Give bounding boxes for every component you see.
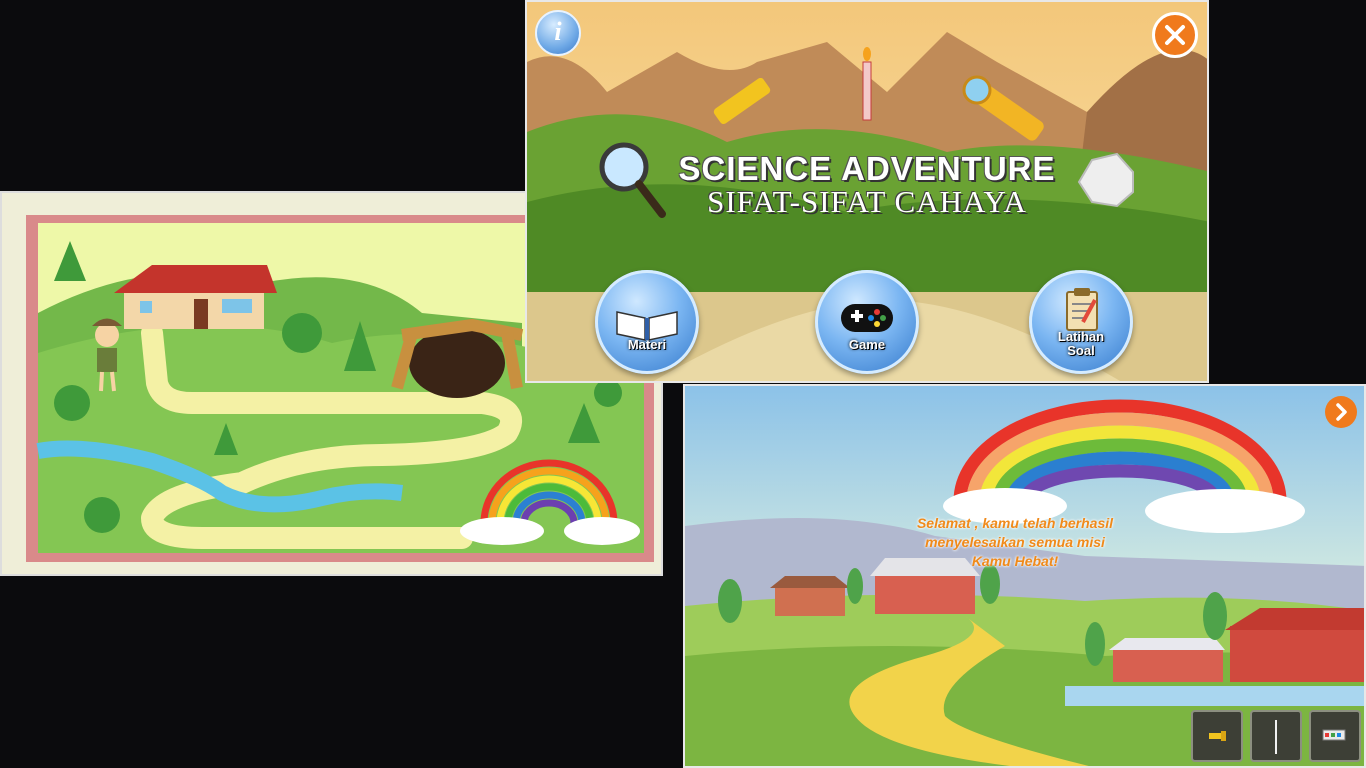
game-title: SCIENCE ADVENTURE [678, 150, 1056, 187]
chevron-right-icon [1336, 403, 1347, 421]
congrats-line-1: Selamat , kamu telah berhasil [916, 515, 1114, 531]
candle-item-icon [1275, 720, 1277, 754]
game-button[interactable]: Game [815, 270, 919, 374]
game-subtitle: SIFAT-SIFAT CAHAYA [707, 184, 1027, 219]
close-button[interactable] [1152, 12, 1198, 58]
latihan-label-line1: Latihan [1057, 329, 1105, 344]
congrats-line-2: menyelesaikan semua misi [925, 534, 1105, 550]
latihan-label-line2: Soal [1067, 343, 1095, 358]
congratulations-message: Selamat , kamu telah berhasil menyelesai… [885, 514, 1145, 571]
congrats-line-3: Kamu Hebat! [971, 553, 1059, 569]
latihan-soal-label: Latihan Soal [1029, 330, 1133, 358]
lantern-item-icon [1322, 729, 1346, 741]
flashlight-item-icon [1209, 731, 1226, 741]
inventory-slot-candle[interactable] [1250, 710, 1302, 762]
next-button[interactable] [1325, 396, 1357, 428]
ending-screen: Selamat , kamu telah berhasil menyelesai… [683, 384, 1366, 768]
latihan-soal-button[interactable]: Latihan Soal [1029, 270, 1133, 374]
materi-label: Materi [627, 337, 667, 352]
inventory-slot-flashlight[interactable] [1191, 710, 1243, 762]
close-icon [1165, 25, 1185, 45]
inventory-slot-lantern[interactable] [1309, 710, 1361, 762]
info-icon: i [554, 17, 562, 46]
materi-button[interactable]: Materi [595, 270, 699, 374]
info-button[interactable]: i [535, 10, 581, 56]
main-menu-screen: SCIENCE ADVENTURE SIFAT-SIFAT CAHAYA i M… [525, 0, 1209, 383]
game-label: Game [848, 337, 886, 352]
candle-decoration [862, 47, 872, 121]
